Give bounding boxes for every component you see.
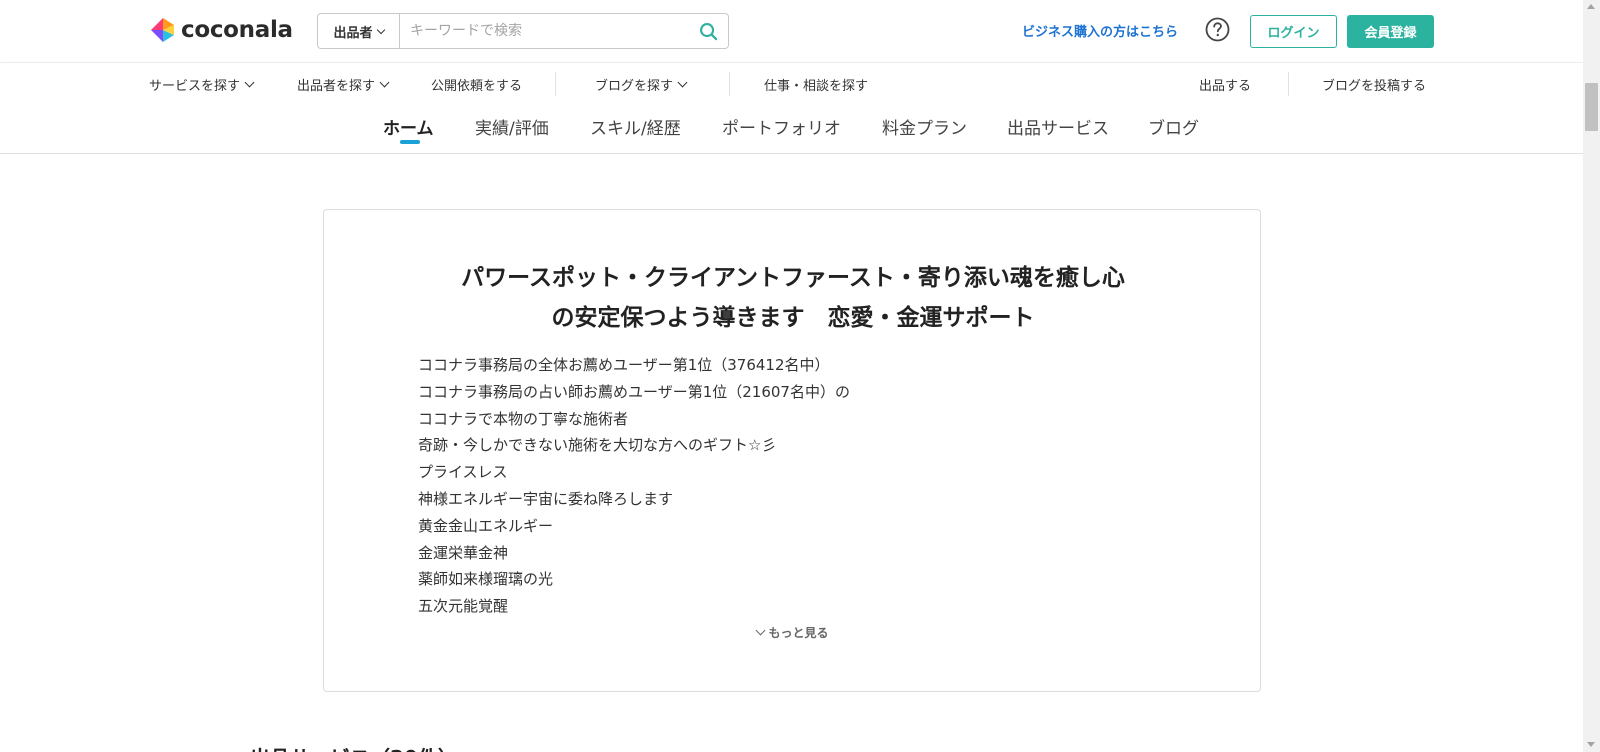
- nav-item-label: ブログを投稿する: [1322, 79, 1427, 94]
- show-more-label: もっと見る: [768, 626, 829, 640]
- nav-divider: [729, 72, 730, 96]
- description-line: プライスレス: [418, 463, 508, 482]
- scroll-down-arrow-icon[interactable]: [1587, 742, 1595, 747]
- top-header: coconala 出品者 ビジネス購入の方はこちら ログイン 会員登録: [0, 0, 1583, 62]
- description-line: 五次元能覚醒: [418, 597, 509, 616]
- chevron-down-icon: [379, 77, 390, 88]
- tab-services[interactable]: 出品サービス: [1007, 114, 1109, 139]
- register-button[interactable]: 会員登録: [1347, 15, 1434, 48]
- nav-divider: [1288, 72, 1289, 96]
- chevron-down-icon: [376, 25, 385, 34]
- nav-find-blogs[interactable]: ブログを探す: [595, 75, 688, 94]
- coconala-logo[interactable]: coconala: [149, 16, 293, 44]
- nav-item-label: ブログを探す: [595, 79, 674, 94]
- profile-intro-card: パワースポット・クライアントファースト・寄り添い魂を癒し心 の安定保つよう導きま…: [323, 209, 1261, 692]
- nav-public-request[interactable]: 公開依頼をする: [431, 75, 522, 94]
- profile-tabs: ホーム 実績/評価 スキル/経歴 ポートフォリオ 料金プラン 出品サービス ブロ…: [0, 104, 1583, 154]
- scrollbar-thumb[interactable]: [1585, 83, 1598, 131]
- search-category-select[interactable]: 出品者: [318, 14, 400, 48]
- nav-item-label: サービスを探す: [149, 79, 241, 94]
- description-line: 黄金金山エネルギー: [418, 516, 554, 535]
- search-category-label: 出品者: [333, 25, 373, 41]
- business-purchase-link[interactable]: ビジネス購入の方はこちら: [1022, 21, 1178, 40]
- services-section-heading: 出品サービス（20件）: [250, 742, 458, 752]
- description-line: 神様エネルギー宇宙に委ね降ろします: [418, 489, 674, 508]
- description-line: 薬師如来様瑠璃の光: [418, 570, 554, 589]
- show-more-button[interactable]: もっと見る: [324, 624, 1262, 641]
- profile-headline-line2: の安定保つよう導きます 恋愛・金運サポート: [551, 305, 1035, 331]
- login-button[interactable]: ログイン: [1250, 15, 1337, 48]
- tab-pricing[interactable]: 料金プラン: [882, 114, 967, 139]
- nav-item-label: 出品する: [1199, 79, 1252, 94]
- search-icon: [699, 22, 717, 40]
- nav-post-blog[interactable]: ブログを投稿する: [1322, 75, 1426, 94]
- profile-description: ココナラ事務局の全体お薦めユーザー第1位（376412名中） ココナラ事務局の占…: [418, 352, 850, 620]
- nav-find-services[interactable]: サービスを探す: [149, 75, 255, 94]
- tab-portfolio[interactable]: ポートフォリオ: [722, 114, 841, 139]
- nav-divider: [555, 72, 556, 96]
- search-bar: 出品者: [317, 13, 729, 49]
- tab-home[interactable]: ホーム: [383, 114, 434, 139]
- nav-item-label: 仕事・相談を探す: [764, 79, 869, 94]
- chevron-down-icon: [756, 625, 766, 636]
- main-nav: サービスを探す 出品者を探す 公開依頼をする ブログを探す 仕事・相談を探す 出…: [0, 62, 1583, 104]
- search-input[interactable]: [400, 14, 688, 48]
- help-icon[interactable]: [1205, 17, 1230, 42]
- nav-item-label: 出品者を探す: [297, 79, 376, 94]
- scroll-up-arrow-icon[interactable]: [1587, 4, 1595, 9]
- active-tab-indicator: [400, 140, 420, 144]
- logo-text: coconala: [181, 17, 293, 43]
- description-line: 金運栄華金神: [418, 543, 509, 562]
- profile-headline-line1: パワースポット・クライアントファースト・寄り添い魂を癒し心: [461, 265, 1125, 291]
- chevron-down-icon: [677, 77, 688, 88]
- tab-blog[interactable]: ブログ: [1148, 114, 1199, 139]
- page-scrollbar[interactable]: [1583, 0, 1600, 752]
- nav-find-jobs[interactable]: 仕事・相談を探す: [764, 75, 868, 94]
- coconala-logo-icon: [151, 18, 174, 42]
- tab-skills-career[interactable]: スキル/経歴: [590, 114, 681, 139]
- profile-headline: パワースポット・クライアントファースト・寄り添い魂を癒し心 の安定保つよう導きま…: [374, 258, 1212, 338]
- description-line: ココナラ事務局の全体お薦めユーザー第1位（376412名中）: [418, 356, 830, 374]
- chevron-down-icon: [244, 77, 255, 88]
- nav-find-sellers[interactable]: 出品者を探す: [297, 75, 390, 94]
- nav-sell[interactable]: 出品する: [1199, 75, 1251, 94]
- description-line: ココナラ事務局の占い師お薦めユーザー第1位（21607名中）の: [418, 382, 850, 401]
- search-button[interactable]: [688, 14, 728, 48]
- tab-results-reviews[interactable]: 実績/評価: [475, 114, 549, 139]
- description-line: ココナラで本物の丁寧な施術者: [418, 409, 629, 428]
- nav-item-label: 公開依頼をする: [431, 79, 523, 94]
- description-line: 奇跡・今しかできない施術を大切な方へのギフト☆彡: [418, 436, 777, 455]
